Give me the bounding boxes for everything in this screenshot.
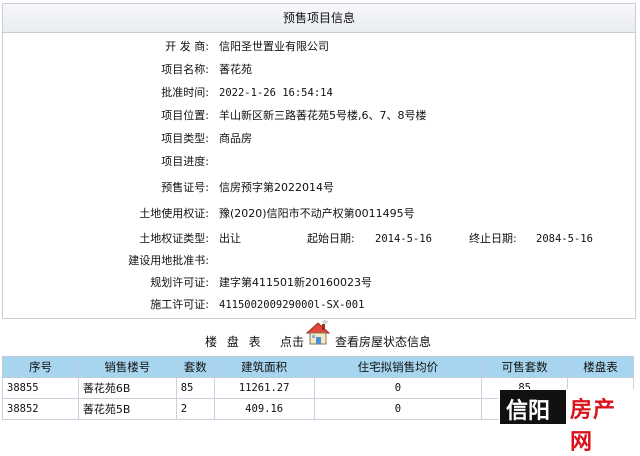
field-construction-permit: 施工许可证: 411500200929000l-SX-001: [3, 295, 633, 315]
field-value: 信阳圣世置业有限公司: [219, 40, 329, 53]
field-label: 项目位置:: [161, 109, 209, 122]
cell-serial: 38852: [2, 398, 79, 420]
field-project-name: 项目名称: 萫花苑: [3, 60, 633, 80]
cell-serial: 38855: [2, 377, 79, 399]
field-land-cert-type: 土地权证类型: 出让 起始日期: 2014-5-16 终止日期: 2084-5-…: [3, 229, 633, 249]
cell-avg-price: 0: [313, 377, 483, 399]
view-house-status-link[interactable]: 查看房屋状态信息: [335, 332, 431, 352]
cell-area: 409.16: [213, 398, 315, 420]
cell-area: 11261.27: [213, 377, 315, 399]
cell-building: 萫花苑6B: [77, 377, 177, 399]
col-header-available: 可售套数: [481, 356, 569, 378]
field-value: 信房预字第2022014号: [219, 181, 334, 194]
field-label: 土地使用权证:: [139, 207, 209, 220]
field-label: 项目进度:: [161, 155, 209, 168]
field-label: 批准时间:: [161, 86, 209, 99]
house-icon[interactable]: [303, 318, 333, 348]
field-location: 项目位置: 羊山新区新三路萫花苑5号楼,6、7、8号楼: [3, 106, 633, 126]
field-planning-permit: 规划许可证: 建字第411501新20160023号: [3, 273, 633, 293]
watermark-text-a: 信阳: [506, 399, 551, 424]
site-watermark: 信阳 房产网: [498, 389, 638, 455]
field-developer: 开 发 商: 信阳圣世置业有限公司: [3, 37, 633, 57]
col-header-avg-price: 住宅拟销售均价: [313, 356, 483, 378]
field-project-type: 项目类型: 商品房: [3, 129, 633, 149]
end-date-label: 终止日期:: [469, 232, 517, 245]
field-label: 规划许可证:: [150, 276, 209, 289]
field-land-use-cert: 土地使用权证: 豫(2020)信阳市不动产权第0011495号: [3, 204, 633, 224]
field-label: 预售证号:: [161, 181, 209, 194]
field-value: 2022-1-26 16:54:14: [219, 87, 333, 99]
presale-info-panel: 预售项目信息 开 发 商: 信阳圣世置业有限公司 项目名称: 萫花苑 批准时间:…: [2, 3, 636, 319]
field-value: 建字第411501新20160023号: [219, 276, 372, 289]
field-value: 羊山新区新三路萫花苑5号楼,6、7、8号楼: [219, 109, 427, 122]
field-value: 411500200929000l-SX-001: [219, 299, 365, 311]
field-presale-permit: 预售证号: 信房预字第2022014号: [3, 178, 633, 198]
field-progress: 项目进度:: [3, 152, 633, 172]
col-header-building: 销售楼号: [77, 356, 177, 378]
cell-units: 2: [175, 398, 215, 420]
cell-building: 萫花苑5B: [77, 398, 177, 420]
col-header-area: 建筑面积: [213, 356, 315, 378]
field-value: 萫花苑: [219, 63, 252, 76]
field-approval-time: 批准时间: 2022-1-26 16:54:14: [3, 83, 633, 103]
cell-avg-price: 0: [313, 398, 483, 420]
end-date-value: 2084-5-16: [536, 233, 593, 245]
table-header-row: 序号 销售楼号 套数 建筑面积 住宅拟销售均价 可售套数 楼盘表: [2, 356, 634, 378]
field-label: 施工许可证:: [150, 298, 209, 311]
field-construction-land-approval: 建设用地批准书:: [3, 251, 633, 271]
cell-units: 85: [175, 377, 215, 399]
field-label: 项目名称:: [161, 63, 209, 76]
building-table-label: 楼 盘 表: [205, 335, 264, 349]
field-label: 建设用地批准书:: [128, 254, 209, 267]
field-label: 项目类型:: [161, 132, 209, 145]
field-label: 土地权证类型:: [139, 232, 209, 245]
col-header-building-table: 楼盘表: [567, 356, 634, 378]
field-value: 出让: [219, 232, 241, 245]
start-date-label: 起始日期:: [307, 232, 355, 245]
start-date-value: 2014-5-16: [375, 233, 432, 245]
panel-title: 预售项目信息: [3, 4, 635, 33]
col-header-serial: 序号: [2, 356, 79, 378]
field-value: 豫(2020)信阳市不动产权第0011495号: [219, 207, 415, 220]
watermark-box: 信阳: [500, 390, 566, 424]
col-header-units: 套数: [175, 356, 215, 378]
field-label: 开 发 商:: [165, 40, 209, 53]
watermark-text-b: 房产网: [570, 398, 617, 455]
field-value: 商品房: [219, 132, 252, 145]
click-label: 点击: [280, 335, 305, 349]
